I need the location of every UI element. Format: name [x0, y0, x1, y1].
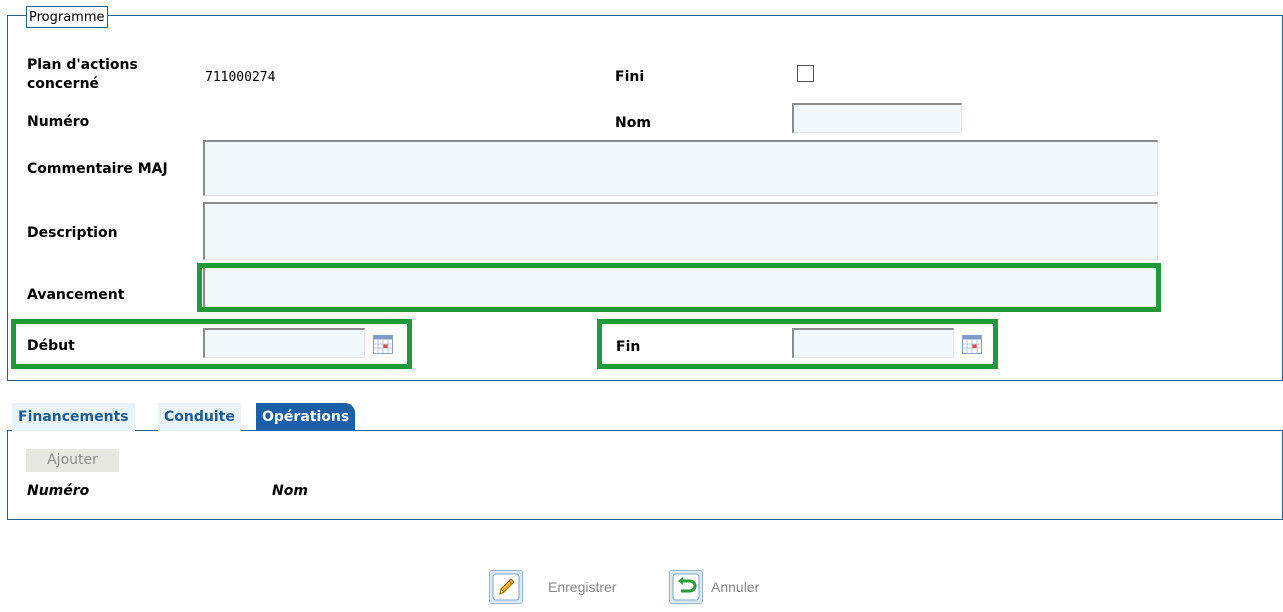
fini-checkbox[interactable] — [797, 65, 814, 82]
cancel-label[interactable]: Annuler — [711, 579, 759, 595]
plan-actions-label: Plan d'actions concerné — [27, 57, 138, 92]
tab-conduite[interactable]: Conduite — [158, 403, 241, 431]
nom-label: Nom — [615, 115, 651, 131]
numero-label: Numéro — [27, 114, 90, 130]
programme-fieldset — [7, 15, 1283, 381]
fin-calendar-icon[interactable] — [962, 335, 982, 354]
fini-label: Fini — [615, 69, 645, 85]
fin-date-input[interactable] — [792, 328, 954, 358]
nom-input[interactable] — [792, 103, 962, 133]
cancel-button[interactable] — [669, 570, 703, 604]
add-operation-button[interactable]: Ajouter — [26, 449, 119, 472]
commentaire-textarea[interactable] — [203, 140, 1158, 196]
pencil-icon — [492, 573, 520, 601]
description-textarea[interactable] — [203, 202, 1158, 260]
column-nom: Nom — [272, 483, 308, 499]
description-label: Description — [27, 225, 118, 241]
debut-date-input[interactable] — [203, 328, 365, 358]
save-label[interactable]: Enregistrer — [548, 579, 616, 595]
tab-operations[interactable]: Opérations — [256, 403, 356, 431]
undo-icon — [672, 573, 700, 601]
column-numero: Numéro — [27, 483, 90, 499]
avancement-label: Avancement — [27, 287, 125, 303]
operations-panel — [7, 430, 1283, 520]
plan-actions-value: 711000274 — [205, 70, 276, 85]
fin-label: Fin — [616, 339, 641, 355]
programme-legend: Programme — [26, 6, 108, 28]
avancement-textarea[interactable] — [203, 266, 1158, 312]
save-button[interactable] — [489, 570, 523, 604]
commentaire-label: Commentaire MAJ — [27, 161, 168, 177]
tab-financements[interactable]: Financements — [12, 403, 135, 431]
debut-calendar-icon[interactable] — [373, 335, 393, 354]
debut-label: Début — [27, 338, 75, 354]
